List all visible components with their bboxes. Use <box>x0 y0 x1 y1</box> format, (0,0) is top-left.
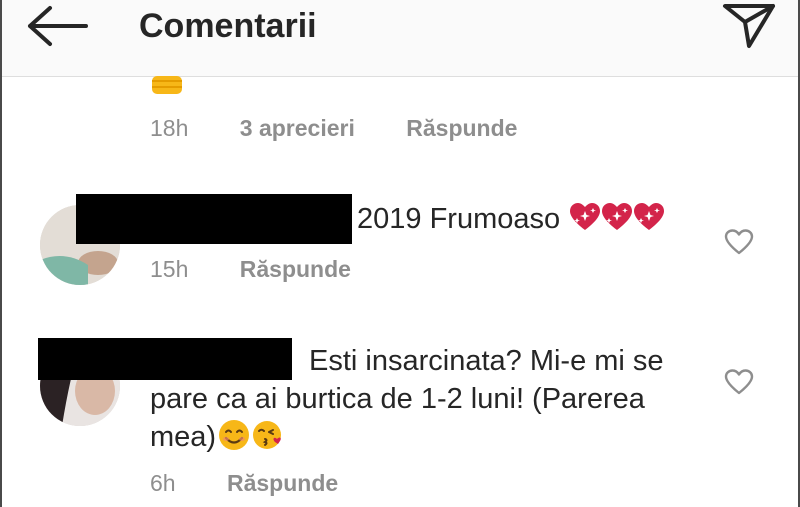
sparkling-heart-icon <box>570 203 601 230</box>
smiling-face-icon <box>219 420 250 450</box>
comment-text-line: pare ca ai burtica de 1-2 luni! (Parerea <box>150 383 645 415</box>
comment-time: 6h <box>150 470 176 496</box>
comments-screen: Comentarii 18h 3 aprecieri Răspunde 2019… <box>0 0 800 507</box>
header-bar: Comentarii <box>2 0 798 77</box>
comment-text: 2019 Frumoaso <box>357 200 665 238</box>
comment-body: mea) <box>150 421 217 453</box>
comment-meta: 18h 3 aprecieri Răspunde <box>150 114 517 142</box>
reply-button[interactable]: Răspunde <box>227 469 338 497</box>
comment-meta: 15h Răspunde <box>150 255 351 283</box>
redacted-username <box>76 194 352 244</box>
comment-text-line: mea) <box>150 418 284 456</box>
like-heart-icon[interactable] <box>724 368 754 396</box>
comment-time: 15h <box>150 256 189 282</box>
thumbs-up-icon <box>152 76 182 94</box>
like-heart-icon[interactable] <box>724 228 754 256</box>
likes-count-link[interactable]: 3 aprecieri <box>240 114 355 142</box>
page-title: Comentarii <box>139 7 317 45</box>
reply-button[interactable]: Răspunde <box>406 114 517 142</box>
back-arrow-icon[interactable] <box>24 4 90 48</box>
comment-body: 2019 Frumoaso <box>357 203 561 235</box>
comment-time: 18h <box>150 115 189 141</box>
sparkling-heart-icon <box>602 203 633 230</box>
reply-button[interactable]: Răspunde <box>240 255 351 283</box>
redacted-username <box>38 338 292 380</box>
comment-text-line: Esti insarcinata? Mi-e mi se <box>309 345 664 377</box>
comment-meta: 6h Răspunde <box>150 469 338 497</box>
send-icon[interactable] <box>719 0 777 50</box>
sparkling-heart-icon <box>634 203 665 230</box>
kissing-face-icon <box>253 421 282 449</box>
